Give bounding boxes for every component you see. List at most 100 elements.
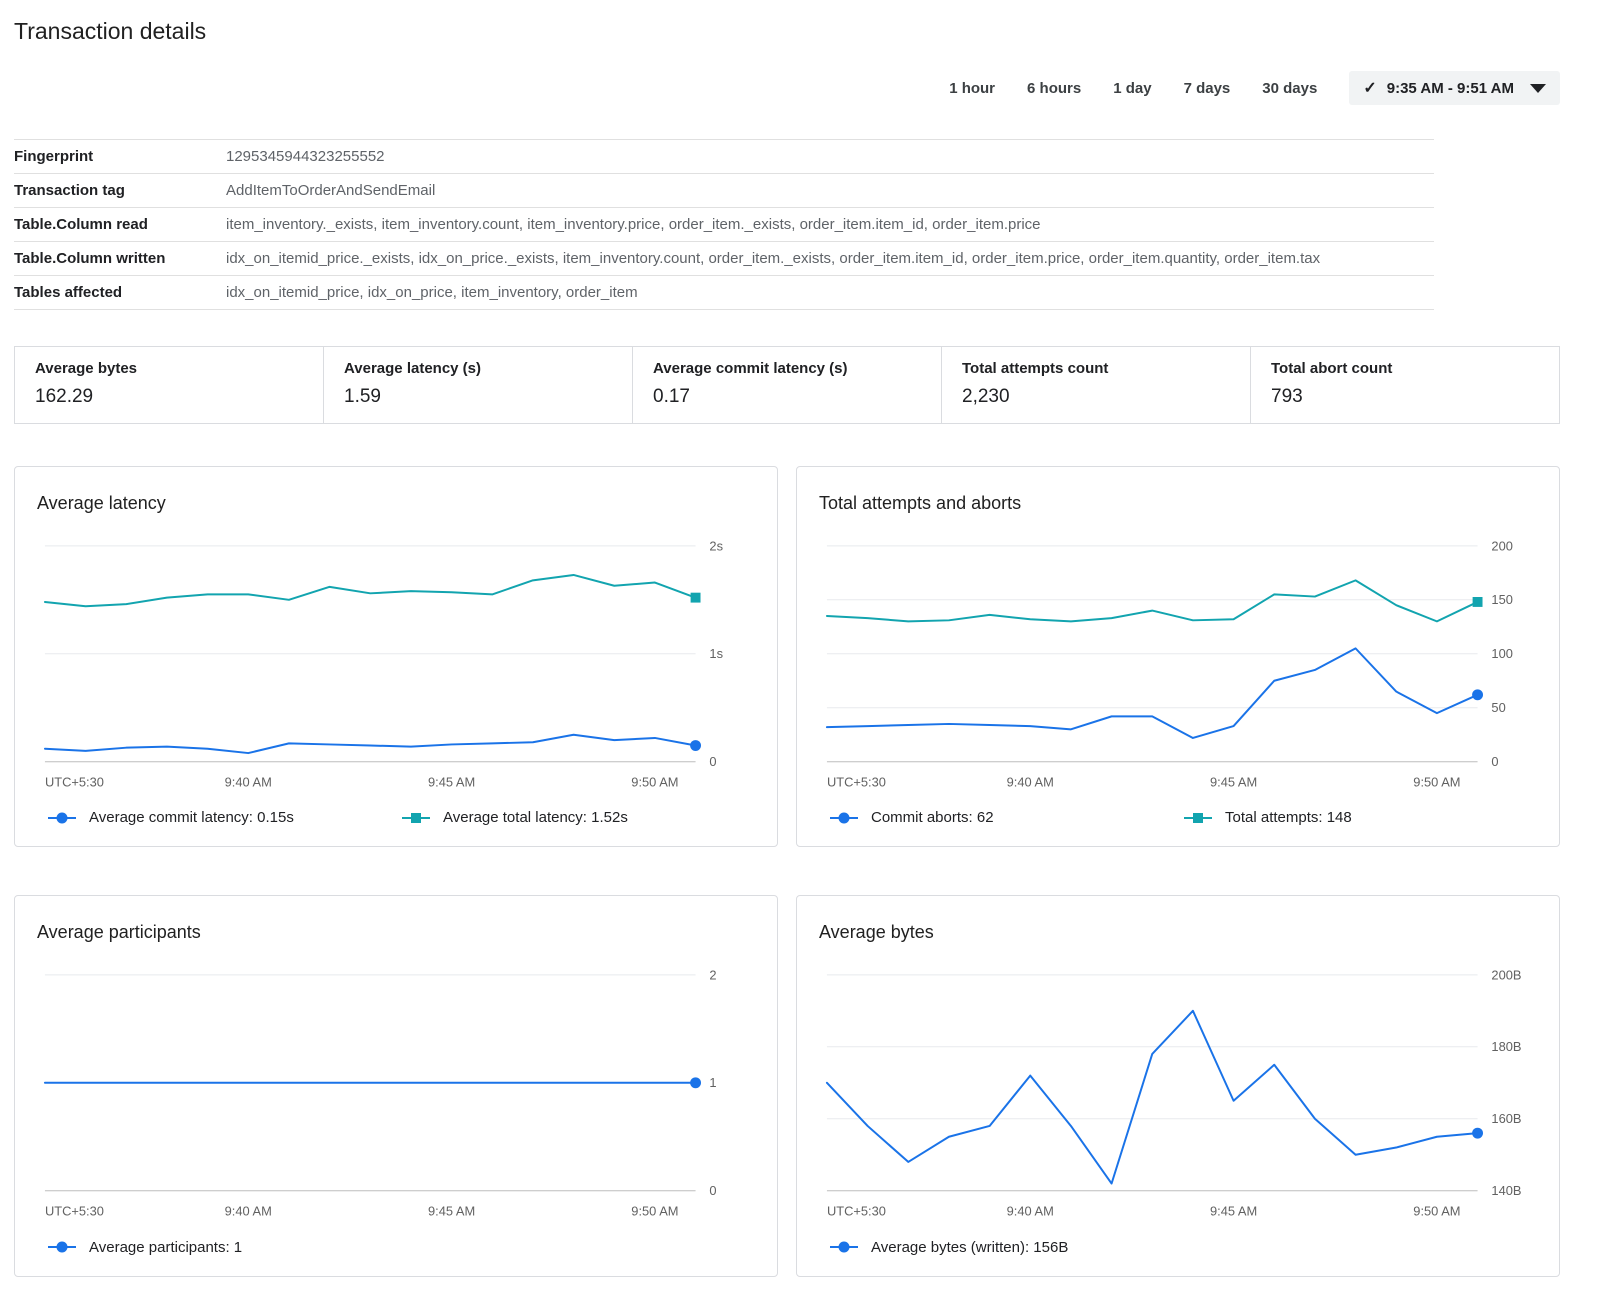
legend-item-average-total-latency[interactable]: Average total latency: 1.52s <box>401 809 755 826</box>
details-row-transaction-tag: Transaction tag AddItemToOrderAndSendEma… <box>14 174 1434 208</box>
legend-item-average-commit-latency[interactable]: Average commit latency: 0.15s <box>47 809 401 826</box>
details-value: AddItemToOrderAndSendEmail <box>226 182 1434 199</box>
line-square-marker-icon <box>1183 811 1213 825</box>
details-row-fingerprint: Fingerprint 1295345944323255552 <box>14 140 1434 174</box>
time-option-1-day[interactable]: 1 day <box>1113 80 1151 97</box>
summary-stats-panel: Average bytes 162.29 Average latency (s)… <box>14 346 1560 424</box>
stat-label: Average commit latency (s) <box>653 360 921 377</box>
svg-text:9:50 AM: 9:50 AM <box>1413 774 1460 789</box>
svg-text:150: 150 <box>1491 592 1512 607</box>
charts-grid: Average latency 0 1s 2s UTC+5:30 9:40 AM 9:45… <box>14 466 1560 1277</box>
svg-text:100: 100 <box>1491 646 1512 661</box>
stat-value: 2,230 <box>962 386 1230 408</box>
chevron-down-icon <box>1530 84 1546 93</box>
page-title: Transaction details <box>14 18 1560 45</box>
svg-text:2: 2 <box>709 968 716 983</box>
chart-card-average-bytes: Average bytes 140B 160B 180B 200B UTC+5:30 9:… <box>796 895 1560 1276</box>
svg-text:180B: 180B <box>1491 1040 1521 1055</box>
average-participants-chart: 012UTC+5:309:40 AM9:45 AM9:50 AM <box>37 957 755 1226</box>
svg-text:140B: 140B <box>1491 1184 1521 1199</box>
legend-item-average-participants[interactable]: Average participants: 1 <box>47 1239 401 1256</box>
svg-text:50: 50 <box>1491 700 1505 715</box>
time-option-30-days[interactable]: 30 days <box>1262 80 1317 97</box>
svg-text:0: 0 <box>709 754 716 769</box>
svg-text:9:45 AM: 9:45 AM <box>1210 774 1257 789</box>
total-attempts-aborts-chart: 050100150200UTC+5:309:40 AM9:45 AM9:50 A… <box>819 528 1537 797</box>
svg-text:200B: 200B <box>1491 968 1521 983</box>
chart-title: Average bytes <box>819 922 1537 943</box>
svg-text:9:45 AM: 9:45 AM <box>428 1204 475 1219</box>
transaction-details-table: Fingerprint 1295345944323255552 Transact… <box>14 139 1434 310</box>
chart-legend: Average bytes (written): 156B <box>819 1233 1537 1262</box>
average-latency-chart: 01s2sUTC+5:309:40 AM9:45 AM9:50 AM <box>37 528 755 797</box>
svg-text:200: 200 <box>1491 538 1512 553</box>
details-label: Transaction tag <box>14 182 226 199</box>
svg-text:9:40 AM: 9:40 AM <box>1007 1204 1054 1219</box>
stat-label: Average latency (s) <box>344 360 612 377</box>
details-row-columns-written: Table.Column written idx_on_itemid_price… <box>14 242 1434 276</box>
chart-title: Average latency <box>37 493 755 514</box>
legend-item-total-attempts[interactable]: Total attempts: 148 <box>1183 809 1537 826</box>
transaction-details-page: Transaction details 1 hour 6 hours 1 day… <box>0 0 1614 1301</box>
svg-text:160B: 160B <box>1491 1112 1521 1127</box>
time-option-1-hour[interactable]: 1 hour <box>949 80 995 97</box>
details-label: Fingerprint <box>14 148 226 165</box>
details-value: item_inventory._exists, item_inventory.c… <box>226 216 1434 233</box>
time-range-selector[interactable]: ✓ 9:35 AM - 9:51 AM <box>1349 71 1560 105</box>
details-label: Table.Column written <box>14 250 226 267</box>
line-circle-marker-icon <box>47 1240 77 1254</box>
legend-label: Total attempts: 148 <box>1225 809 1352 826</box>
svg-text:9:40 AM: 9:40 AM <box>225 774 272 789</box>
svg-text:1: 1 <box>709 1076 716 1091</box>
details-value: idx_on_itemid_price._exists, idx_on_pric… <box>226 250 1434 267</box>
legend-label: Commit aborts: 62 <box>871 809 994 826</box>
time-option-7-days[interactable]: 7 days <box>1184 80 1231 97</box>
details-row-tables-affected: Tables affected idx_on_itemid_price, idx… <box>14 276 1434 310</box>
check-icon: ✓ <box>1363 78 1376 98</box>
legend-label: Average total latency: 1.52s <box>443 809 628 826</box>
stat-value: 1.59 <box>344 386 612 408</box>
chart-title: Average participants <box>37 922 755 943</box>
chart-card-average-latency: Average latency 01s2sUTC+5:309:40 AM9:45… <box>14 466 778 847</box>
svg-text:1s: 1s <box>709 646 723 661</box>
line-square-marker-icon <box>401 811 431 825</box>
stat-value: 162.29 <box>35 386 303 408</box>
details-label: Table.Column read <box>14 216 226 233</box>
line-circle-marker-icon <box>829 1240 859 1254</box>
details-value: 1295345944323255552 <box>226 148 1434 165</box>
stat-value: 0.17 <box>653 386 921 408</box>
legend-label: Average commit latency: 0.15s <box>89 809 294 826</box>
svg-text:9:45 AM: 9:45 AM <box>428 774 475 789</box>
legend-item-average-bytes-written[interactable]: Average bytes (written): 156B <box>829 1239 1183 1256</box>
stat-average-latency: Average latency (s) 1.59 <box>323 347 632 423</box>
svg-text:0: 0 <box>709 1184 716 1199</box>
svg-text:9:40 AM: 9:40 AM <box>1007 774 1054 789</box>
selected-time-range-label: 9:35 AM - 9:51 AM <box>1387 80 1514 97</box>
svg-text:9:40 AM: 9:40 AM <box>225 1204 272 1219</box>
details-row-columns-read: Table.Column read item_inventory._exists… <box>14 208 1434 242</box>
line-circle-marker-icon <box>829 811 859 825</box>
chart-card-total-attempts-and-aborts: Total attempts and aborts 050100150200UT… <box>796 466 1560 847</box>
stat-label: Average bytes <box>35 360 303 377</box>
line-circle-marker-icon <box>47 811 77 825</box>
svg-text:UTC+5:30: UTC+5:30 <box>827 1204 886 1219</box>
stat-label: Total attempts count <box>962 360 1230 377</box>
stat-value: 793 <box>1271 386 1539 408</box>
stat-label: Total abort count <box>1271 360 1539 377</box>
chart-legend: Commit aborts: 62 Total attempts: 148 <box>819 803 1537 832</box>
stat-total-attempts-count: Total attempts count 2,230 <box>941 347 1250 423</box>
svg-text:UTC+5:30: UTC+5:30 <box>827 774 886 789</box>
time-option-6-hours[interactable]: 6 hours <box>1027 80 1081 97</box>
svg-text:2s: 2s <box>709 538 723 553</box>
svg-text:9:50 AM: 9:50 AM <box>631 774 678 789</box>
details-value: idx_on_itemid_price, idx_on_price, item_… <box>226 284 1434 301</box>
svg-text:9:45 AM: 9:45 AM <box>1210 1204 1257 1219</box>
chart-title: Total attempts and aborts <box>819 493 1537 514</box>
stat-average-commit-latency: Average commit latency (s) 0.17 <box>632 347 941 423</box>
legend-label: Average bytes (written): 156B <box>871 1239 1068 1256</box>
legend-label: Average participants: 1 <box>89 1239 242 1256</box>
time-range-toolbar: 1 hour 6 hours 1 day 7 days 30 days ✓ 9:… <box>14 71 1560 105</box>
chart-card-average-participants: Average participants 012UTC+5:309:40 AM9… <box>14 895 778 1276</box>
legend-item-commit-aborts[interactable]: Commit aborts: 62 <box>829 809 1183 826</box>
svg-text:9:50 AM: 9:50 AM <box>631 1204 678 1219</box>
